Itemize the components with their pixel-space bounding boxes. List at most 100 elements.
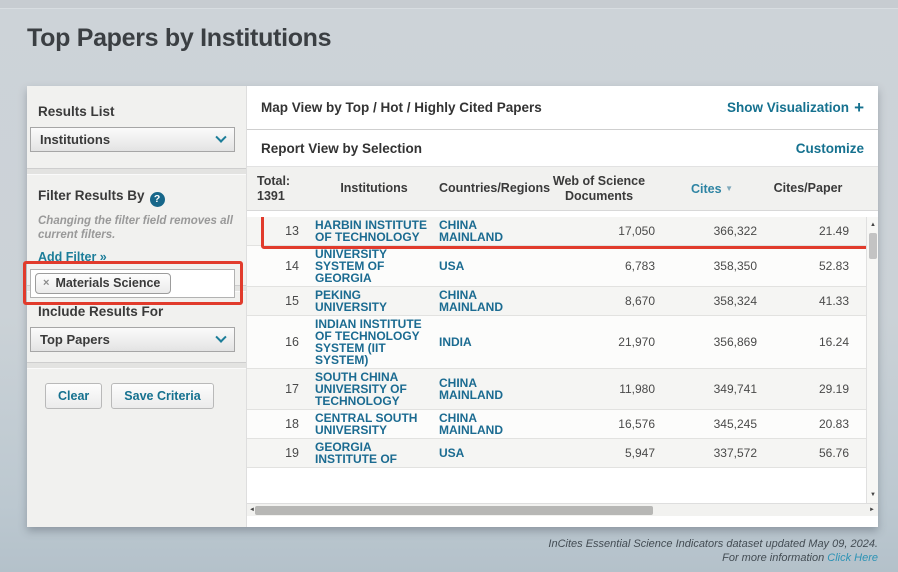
map-view-bar: Map View by Top / Hot / Highly Cited Pap… (247, 86, 878, 130)
cites-per-paper-cell: 52.83 (767, 260, 849, 272)
report-view-bar: Report View by Selection Customize (247, 130, 878, 166)
table-body: 13 HARBIN INSTITUTE OF TECHNOLOGY CHINA … (247, 217, 866, 503)
wos-documents-cell: 8,670 (543, 295, 655, 307)
vertical-scrollbar-thumb[interactable] (869, 233, 877, 259)
scroll-up-icon[interactable]: ▲ (867, 219, 879, 231)
total-count: Total: 1391 (257, 174, 299, 204)
country-cell: CHINA MAINLAND (439, 219, 535, 243)
cites-header-label: Cites (691, 182, 722, 196)
sidebar-buttons: Clear Save Criteria (27, 369, 246, 409)
table-row[interactable]: 16 INDIAN INSTITUTE OF TECHNOLOGY SYSTEM… (247, 316, 866, 369)
filter-results-label: Filter Results By (38, 188, 145, 203)
institution-link[interactable]: UNIVERSITY SYSTEM OF GEORGIA (315, 248, 433, 284)
cites-cell: 356,869 (667, 336, 757, 348)
col-header-institutions[interactable]: Institutions (315, 181, 433, 196)
wos-documents-cell: 6,783 (543, 260, 655, 272)
cites-cell: 349,741 (667, 383, 757, 395)
page-title: Top Papers by Institutions (27, 24, 331, 53)
scroll-down-icon[interactable]: ▼ (867, 489, 879, 501)
table-row[interactable]: 17 SOUTH CHINA UNIVERSITY OF TECHNOLOGY … (247, 369, 866, 410)
top-strip (0, 0, 898, 9)
wos-documents-cell: 21,970 (543, 336, 655, 348)
table-header: Total: 1391 Institutions Countries/Regio… (247, 166, 878, 211)
filter-input[interactable]: × Materials Science (30, 269, 235, 298)
wos-documents-cell: 17,050 (543, 225, 655, 237)
table-row[interactable]: 15 PEKING UNIVERSITY CHINA MAINLAND 8,67… (247, 287, 866, 316)
wos-documents-cell: 11,980 (543, 383, 655, 395)
cites-per-paper-cell: 16.24 (767, 336, 849, 348)
table-row[interactable]: 13 HARBIN INSTITUTE OF TECHNOLOGY CHINA … (247, 217, 866, 246)
cites-per-paper-cell: 21.49 (767, 225, 849, 237)
rank-cell: 13 (257, 225, 299, 237)
map-view-title: Map View by Top / Hot / Highly Cited Pap… (261, 100, 542, 115)
results-list-dropdown[interactable]: Institutions (30, 127, 235, 152)
clear-button[interactable]: Clear (45, 383, 102, 409)
cites-per-paper-cell: 29.19 (767, 383, 849, 395)
save-criteria-button[interactable]: Save Criteria (111, 383, 213, 409)
footer-line1: InCites Essential Science Indicators dat… (548, 537, 878, 551)
include-results-section: Include Results For Top Papers (27, 292, 246, 362)
include-results-value: Top Papers (40, 332, 110, 347)
country-cell: USA (439, 260, 535, 272)
main-panel: Map View by Top / Hot / Highly Cited Pap… (247, 86, 878, 527)
chevron-down-icon (215, 331, 226, 342)
institution-link[interactable]: HARBIN INSTITUTE OF TECHNOLOGY (315, 219, 433, 243)
institution-link[interactable]: INDIAN INSTITUTE OF TECHNOLOGY SYSTEM (I… (315, 318, 433, 366)
rank-cell: 17 (257, 383, 299, 395)
click-here-link[interactable]: Click Here (827, 552, 878, 564)
cites-cell: 358,350 (667, 260, 757, 272)
results-list-label: Results List (38, 104, 234, 119)
cites-cell: 345,245 (667, 418, 757, 430)
table-row[interactable]: 18 CENTRAL SOUTH UNIVERSITY CHINA MAINLA… (247, 410, 866, 439)
cites-per-paper-cell: 20.83 (767, 418, 849, 430)
section-divider (27, 168, 246, 175)
table-row[interactable]: 14 UNIVERSITY SYSTEM OF GEORGIA USA 6,78… (247, 246, 866, 287)
cites-cell: 337,572 (667, 447, 757, 459)
section-divider (27, 362, 246, 369)
wos-documents-cell: 16,576 (543, 418, 655, 430)
include-results-dropdown[interactable]: Top Papers (30, 327, 235, 352)
institution-link[interactable]: GEORGIA INSTITUTE OF (315, 441, 433, 465)
country-cell: CHINA MAINLAND (439, 377, 535, 401)
rank-cell: 19 (257, 447, 299, 459)
institution-link[interactable]: CENTRAL SOUTH UNIVERSITY (315, 412, 433, 436)
rank-cell: 15 (257, 295, 299, 307)
horizontal-scrollbar-thumb[interactable] (255, 506, 653, 515)
footer-line2: For more information Click Here (548, 551, 878, 565)
col-header-countries[interactable]: Countries/Regions (439, 181, 535, 196)
show-visualization-link[interactable]: Show Visualization + (727, 100, 864, 115)
results-list-section: Results List Institutions (27, 86, 246, 168)
add-filter-link[interactable]: Add Filter » (38, 250, 107, 264)
vertical-scrollbar[interactable]: ▲ ▼ (866, 217, 878, 503)
sort-desc-icon: ▼ (725, 184, 733, 193)
chevron-down-icon (215, 131, 226, 142)
results-list-value: Institutions (40, 132, 110, 147)
country-cell: USA (439, 447, 535, 459)
col-header-wos-documents[interactable]: Web of Science Documents (543, 174, 655, 204)
institution-link[interactable]: PEKING UNIVERSITY (315, 289, 433, 313)
customize-link[interactable]: Customize (796, 141, 864, 156)
table-row[interactable]: 19 GEORGIA INSTITUTE OF USA 5,947 337,57… (247, 439, 866, 468)
horizontal-scrollbar[interactable]: ◄ ► (247, 503, 878, 516)
show-visualization-label: Show Visualization (727, 100, 849, 115)
filter-tag-label: Materials Science (55, 276, 160, 290)
filter-tag[interactable]: × Materials Science (35, 273, 171, 294)
remove-tag-icon[interactable]: × (43, 277, 49, 289)
institution-link[interactable]: SOUTH CHINA UNIVERSITY OF TECHNOLOGY (315, 371, 433, 407)
help-icon[interactable]: ? (150, 192, 165, 207)
rank-cell: 14 (257, 260, 299, 272)
filter-input-wrap: × Materials Science (30, 269, 235, 298)
total-label: Total: (257, 174, 299, 189)
cites-per-paper-cell: 41.33 (767, 295, 849, 307)
country-cell: CHINA MAINLAND (439, 289, 535, 313)
sidebar: Results List Institutions Filter Results… (27, 86, 247, 527)
col-header-cites-sorted[interactable]: Cites ▼ (667, 181, 757, 197)
country-cell: INDIA (439, 336, 535, 348)
content-container: Results List Institutions Filter Results… (27, 86, 878, 527)
footer-note: InCites Essential Science Indicators dat… (548, 537, 878, 565)
scroll-right-icon[interactable]: ► (867, 504, 877, 517)
col-header-cites-per-paper[interactable]: Cites/Paper (767, 181, 849, 196)
filter-section: Filter Results By? Changing the filter f… (27, 175, 246, 285)
cites-cell: 358,324 (667, 295, 757, 307)
country-cell: CHINA MAINLAND (439, 412, 535, 436)
